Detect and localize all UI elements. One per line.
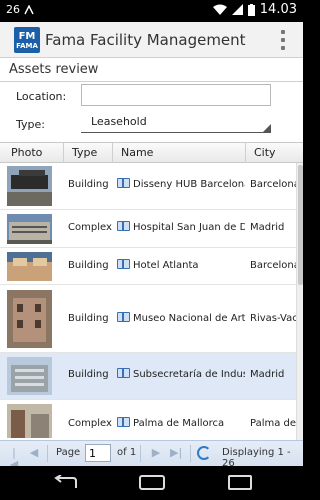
type-label: Type: xyxy=(16,118,45,131)
refresh-icon[interactable] xyxy=(197,446,211,460)
row-name[interactable]: Museo Nacional de Arte C xyxy=(117,312,245,324)
row-name[interactable]: Hotel Atlanta xyxy=(117,259,245,271)
page-number-input[interactable] xyxy=(85,444,111,462)
assets-table-body: Building Disseny HUB Barcelona Barcelona… xyxy=(0,163,296,440)
overflow-menu-icon[interactable] xyxy=(280,30,286,50)
row-name[interactable]: Disseny HUB Barcelona xyxy=(117,178,245,190)
row-city: Madrid xyxy=(250,369,285,380)
row-name-text: Palma de Mallorca xyxy=(133,418,225,429)
clock: 14.03 xyxy=(259,2,297,17)
row-name-text: Hospital San Juan de Dios xyxy=(133,222,245,233)
row-city: Rivas-Vaci xyxy=(250,313,296,324)
navigation-bar xyxy=(0,466,303,500)
column-separator xyxy=(112,143,113,163)
row-name-text: Museo Nacional de Arte C xyxy=(133,313,245,324)
row-city: Barcelona xyxy=(250,179,296,190)
divider xyxy=(0,81,303,82)
asset-photo xyxy=(7,214,52,244)
row-name[interactable]: Hospital San Juan de Dios xyxy=(117,221,245,233)
page-label: Page xyxy=(56,447,81,458)
recent-apps-icon[interactable] xyxy=(228,475,252,490)
table-scrollbar[interactable] xyxy=(296,163,303,440)
notification-icon xyxy=(24,4,34,14)
next-page-icon[interactable]: ▶ xyxy=(150,447,162,459)
row-type: Building xyxy=(68,179,109,190)
column-separator xyxy=(63,143,64,163)
pager-separator xyxy=(140,445,141,462)
app-logo: FM FAMA xyxy=(14,27,40,53)
location-input[interactable] xyxy=(81,84,271,106)
row-type: Complex xyxy=(68,222,112,233)
type-selected-value: Leasehold xyxy=(91,115,147,128)
asset-photo xyxy=(7,252,52,281)
back-icon[interactable] xyxy=(52,475,78,491)
signal-icon xyxy=(231,4,243,15)
pager-separator xyxy=(190,445,191,462)
row-city: Madrid xyxy=(250,222,285,233)
book-icon[interactable] xyxy=(117,368,130,378)
table-row[interactable]: Complex Palma de Mallorca Palma de M xyxy=(0,400,296,440)
status-bar: 26 14.03 xyxy=(0,0,303,22)
row-type: Building xyxy=(68,313,109,324)
pager-separator xyxy=(47,445,48,462)
table-row[interactable]: Building Hotel Atlanta Barcelona xyxy=(0,248,296,285)
section-title: Assets review xyxy=(9,62,99,77)
asset-photo xyxy=(7,166,52,206)
table-row-selected[interactable]: Building Subsecretaría de Industri Madri… xyxy=(0,353,296,400)
paging-toolbar: |◀ ◀ Page of 1 ▶ ▶| Displaying 1 - 26 xyxy=(0,440,303,471)
row-type: Building xyxy=(68,369,109,380)
notification-count: 26 xyxy=(6,3,20,16)
assets-review-panel: Assets review Location: Type: Leasehold … xyxy=(0,58,303,440)
battery-icon xyxy=(247,3,255,16)
book-icon[interactable] xyxy=(117,417,130,427)
logo-mark: FM xyxy=(18,31,36,42)
page-total-label: of 1 xyxy=(117,447,137,458)
row-city: Palma de M xyxy=(250,418,296,429)
book-icon[interactable] xyxy=(117,221,130,231)
column-separator xyxy=(245,143,246,163)
row-type: Building xyxy=(68,260,109,271)
book-icon[interactable] xyxy=(117,312,130,322)
app-title: Fama Facility Management xyxy=(45,31,246,49)
table-header: Photo Type Name City xyxy=(0,142,303,163)
dropdown-arrow-icon xyxy=(263,124,271,132)
asset-photo xyxy=(7,290,52,348)
row-name[interactable]: Subsecretaría de Industri xyxy=(117,368,245,380)
wifi-icon xyxy=(212,4,227,15)
scrollbar-thumb[interactable] xyxy=(298,165,303,285)
type-select[interactable]: Leasehold xyxy=(81,114,271,133)
row-name-text: Disseny HUB Barcelona xyxy=(133,179,245,190)
asset-photo xyxy=(7,404,52,438)
column-header-type[interactable]: Type xyxy=(72,146,97,161)
table-row[interactable]: Building Museo Nacional de Arte C Rivas-… xyxy=(0,285,296,353)
book-icon[interactable] xyxy=(117,178,130,188)
row-name-text: Subsecretaría de Industri xyxy=(133,369,245,380)
column-header-name[interactable]: Name xyxy=(121,146,153,161)
row-city: Barcelona xyxy=(250,260,296,271)
first-page-icon[interactable]: |◀ xyxy=(8,447,20,471)
logo-text: FAMA xyxy=(16,42,38,50)
row-name-text: Hotel Atlanta xyxy=(133,260,199,271)
last-page-icon[interactable]: ▶| xyxy=(170,447,182,459)
home-icon[interactable] xyxy=(139,475,165,490)
location-label: Location: xyxy=(16,90,67,103)
table-row[interactable]: Complex Hospital San Juan de Dios Madrid xyxy=(0,210,296,248)
row-type: Complex xyxy=(68,418,112,429)
action-bar: FM FAMA Fama Facility Management xyxy=(0,22,303,58)
row-name[interactable]: Palma de Mallorca xyxy=(117,417,245,429)
column-header-photo[interactable]: Photo xyxy=(11,146,42,161)
previous-page-icon[interactable]: ◀ xyxy=(28,447,40,459)
table-row[interactable]: Building Disseny HUB Barcelona Barcelona xyxy=(0,163,296,210)
column-header-city[interactable]: City xyxy=(254,146,276,161)
book-icon[interactable] xyxy=(117,259,130,269)
asset-photo xyxy=(7,357,52,395)
